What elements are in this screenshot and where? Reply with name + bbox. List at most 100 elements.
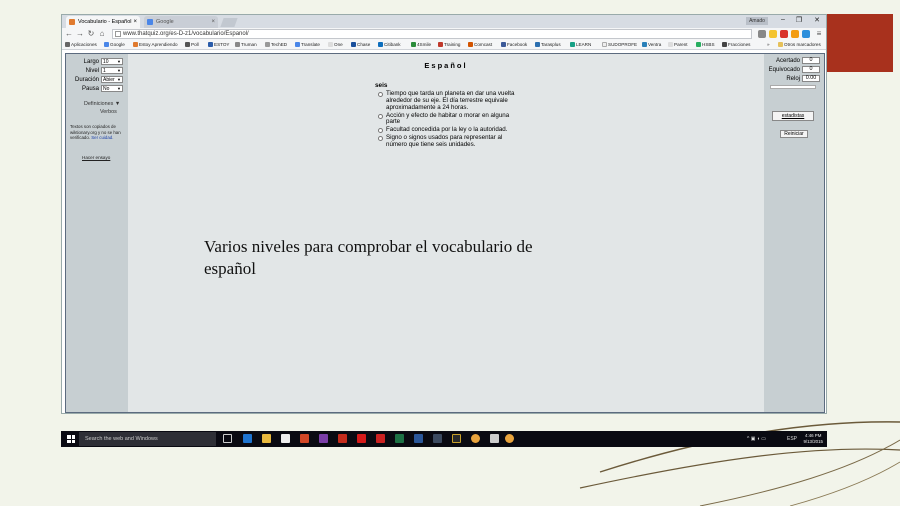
- bookmark-item[interactable]: Parent: [668, 41, 688, 49]
- bookmark-star-icon[interactable]: [769, 30, 777, 38]
- skype-icon[interactable]: [802, 30, 810, 38]
- tray-icons[interactable]: ^ ▣ ◖ ▭: [747, 435, 766, 443]
- bookmark-icon: [438, 42, 443, 47]
- new-tab-button[interactable]: [220, 18, 238, 27]
- language-indicator[interactable]: ESP: [787, 435, 797, 443]
- acrobat-icon[interactable]: [357, 434, 366, 443]
- practice-link[interactable]: Hacer ensayo: [82, 155, 110, 160]
- powerpoint-icon[interactable]: [338, 434, 347, 443]
- address-bar[interactable]: www.thatquiz.org/es-D-z1/vocabulario/Esp…: [112, 29, 752, 39]
- chrome-active-icon[interactable]: [505, 434, 514, 443]
- answer-choice[interactable]: Acción y efecto de habitar o morar en al…: [378, 112, 518, 127]
- stats-button[interactable]: estadistas: [772, 111, 814, 121]
- adblock-icon[interactable]: [780, 30, 788, 38]
- radio-button[interactable]: [378, 92, 383, 97]
- taskbar-search-box[interactable]: Search the web and Windows: [79, 432, 216, 446]
- reload-icon[interactable]: ↻: [86, 29, 96, 39]
- radio-button[interactable]: [378, 128, 383, 134]
- radio-button[interactable]: [378, 113, 383, 119]
- app-icon[interactable]: [452, 434, 461, 443]
- bookmark-item[interactable]: Ventra: [642, 41, 661, 49]
- definitions-dropdown[interactable]: Definiciones ▼: [84, 101, 120, 107]
- back-arrow-icon[interactable]: ←: [64, 29, 74, 39]
- folder-icon: [778, 42, 783, 47]
- clock-date: 9/13/2015: [803, 439, 823, 444]
- bookmark-item[interactable]: ESTOY: [208, 41, 230, 49]
- tab-google[interactable]: Google ×: [144, 16, 218, 28]
- app-red-icon[interactable]: [376, 434, 385, 443]
- bookmark-item[interactable]: One: [328, 41, 343, 49]
- pausa-select[interactable]: No ▼: [101, 85, 123, 92]
- bookmark-item[interactable]: Google: [104, 41, 125, 49]
- bookmark-item[interactable]: 4Smile: [411, 41, 431, 49]
- bookmark-item[interactable]: Chase: [351, 41, 370, 49]
- careful-link[interactable]: Ser cuidad.: [91, 135, 113, 140]
- home-icon[interactable]: ⌂: [97, 29, 107, 39]
- answer-choice[interactable]: Facultad concedida por la ley o la autor…: [378, 126, 518, 134]
- restart-button[interactable]: Reiniciar: [780, 130, 808, 138]
- answer-choice[interactable]: Signo o signos usados para representar a…: [378, 134, 518, 149]
- close-tab-icon[interactable]: ×: [211, 16, 215, 28]
- chrome-icon[interactable]: [471, 434, 480, 443]
- calculator-icon[interactable]: [490, 434, 499, 443]
- extension-orange-icon[interactable]: [791, 30, 799, 38]
- windows-start-icon[interactable]: [67, 435, 75, 443]
- bookmark-icon: [235, 42, 240, 47]
- onenote-icon[interactable]: [319, 434, 328, 443]
- bookmark-item[interactable]: Estoy Aprendiendo: [133, 41, 178, 49]
- duracion-select[interactable]: Abier ▼: [101, 76, 123, 83]
- bookmark-item[interactable]: Poll: [185, 41, 199, 49]
- edge-icon[interactable]: [243, 434, 252, 443]
- file-explorer-icon[interactable]: [262, 434, 271, 443]
- store-icon[interactable]: [281, 434, 290, 443]
- excel-icon[interactable]: [395, 434, 404, 443]
- maximize-button[interactable]: ❐: [792, 16, 806, 24]
- radio-button[interactable]: [378, 136, 383, 142]
- clock-label: Reloj: [786, 76, 800, 82]
- bookmark-item[interactable]: Citibank: [378, 41, 401, 49]
- bookmark-item[interactable]: Aplicaciones: [65, 41, 97, 49]
- bookmarks-overflow[interactable]: »: [767, 41, 770, 49]
- task-view-icon[interactable]: [223, 434, 232, 443]
- forward-arrow-icon[interactable]: →: [75, 29, 85, 39]
- answer-choice[interactable]: Tiempo que tarda un planeta en dar una v…: [378, 90, 518, 111]
- source-note: Textos son copiados de wiktionary.org y …: [70, 124, 121, 140]
- dropdown-arrow-icon: ▼: [117, 86, 121, 91]
- app-icon[interactable]: [433, 434, 442, 443]
- bookmark-item[interactable]: Training: [438, 41, 460, 49]
- tab-label: Vocabulario - Español: [78, 19, 132, 25]
- bookmark-item[interactable]: Fracciones: [722, 41, 750, 49]
- app-icon[interactable]: [300, 434, 309, 443]
- translate-icon: [295, 42, 300, 47]
- bookmark-item[interactable]: Truman: [235, 41, 257, 49]
- menu-icon[interactable]: ≡: [814, 29, 824, 39]
- nivel-select[interactable]: 1 ▼: [101, 67, 123, 74]
- bookmark-item[interactable]: Translate: [295, 41, 320, 49]
- setting-label: Duración: [74, 77, 99, 83]
- bookmark-item[interactable]: TechED: [265, 41, 287, 49]
- quiz-page: Largo 10 ▼ Nivel 1 ▼ Duración Abier ▼ Pausa…: [65, 53, 825, 413]
- verbs-option[interactable]: Verbos: [100, 109, 117, 115]
- word-icon[interactable]: [414, 434, 423, 443]
- close-tab-icon[interactable]: ×: [133, 16, 137, 28]
- quiz-title: Español: [424, 61, 468, 70]
- minimize-button[interactable]: –: [776, 16, 790, 23]
- tab-vocabulario[interactable]: Vocabulario - Español ×: [66, 16, 140, 28]
- bookmark-item[interactable]: Comcast: [468, 41, 492, 49]
- bookmark-item[interactable]: HSBS: [696, 41, 715, 49]
- bookmark-item[interactable]: Facebook: [501, 41, 527, 49]
- bookmark-item[interactable]: Tarasplus: [535, 41, 561, 49]
- largo-select[interactable]: 10 ▼: [101, 58, 123, 65]
- close-window-button[interactable]: ✕: [810, 16, 824, 24]
- profile-badge[interactable]: Amado: [746, 17, 768, 25]
- taskbar-clock[interactable]: 4:46 PM 9/13/2015: [803, 433, 823, 445]
- url-text: www.thatquiz.org/es-D-z1/vocabulario/Esp…: [123, 31, 249, 37]
- bookmark-item[interactable]: SUDOPROFE: [602, 41, 637, 49]
- bookmark-item[interactable]: LEARN: [570, 41, 591, 49]
- extension-icon[interactable]: [758, 30, 766, 38]
- other-bookmarks[interactable]: Otros marcadores: [778, 41, 821, 49]
- score-clock: Reloj 0.00: [764, 75, 824, 83]
- bookmark-icon: [133, 42, 138, 47]
- correct-value: 0: [802, 57, 820, 64]
- score-correct: Acertado 0: [764, 57, 824, 65]
